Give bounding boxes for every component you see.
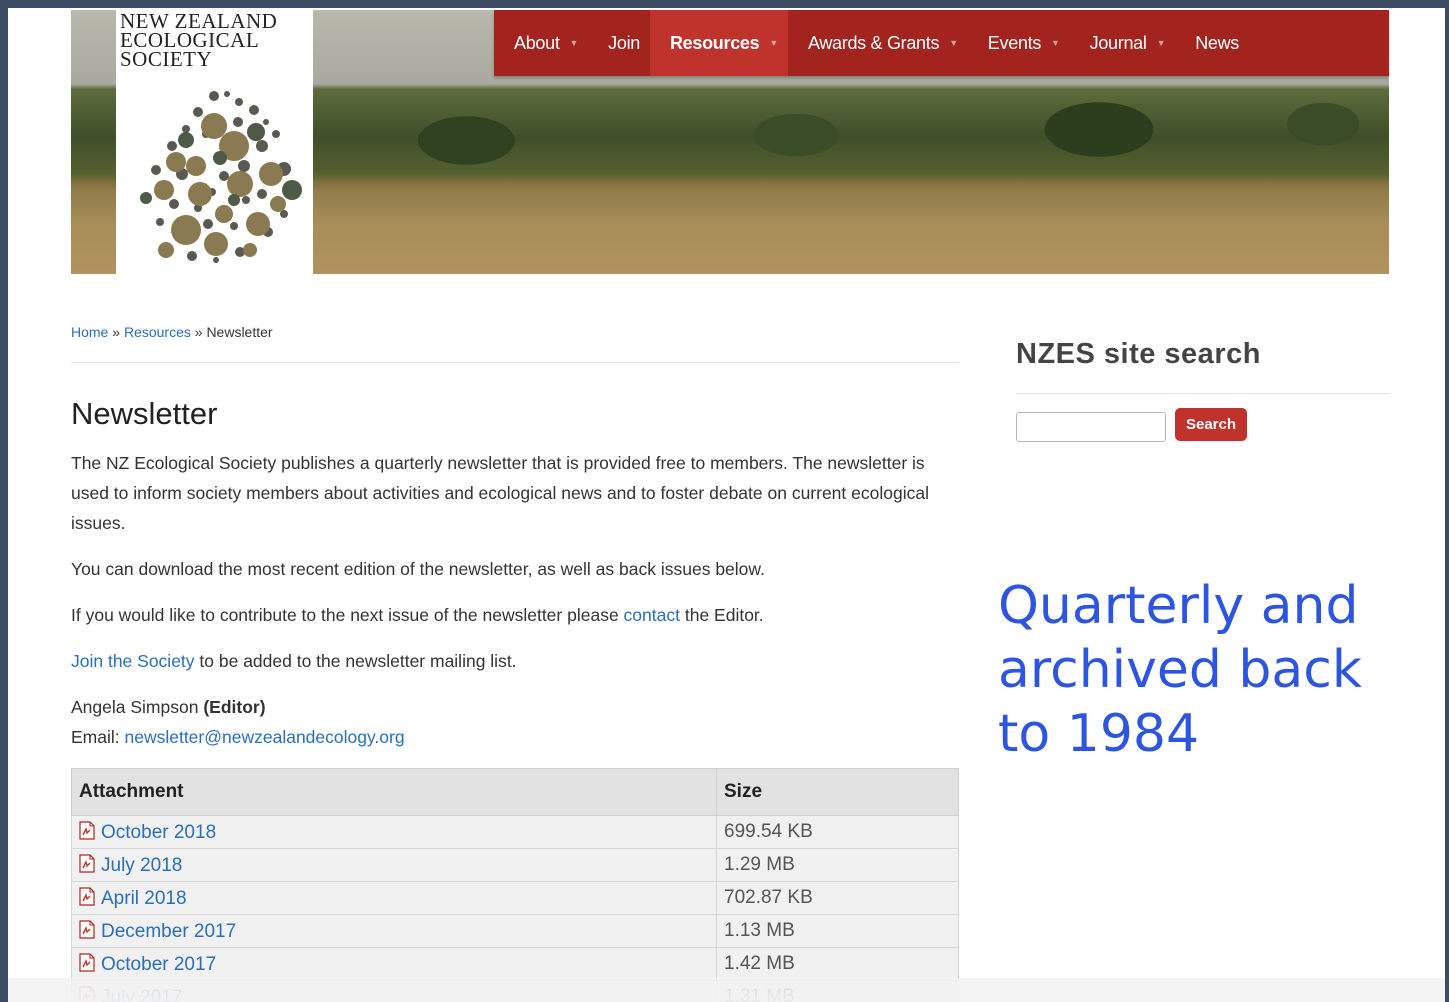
nav-item-label: Events [987, 32, 1042, 53]
search-block-title: NZES site search [1016, 338, 1261, 370]
join-text: to be added to the newsletter mailing li… [194, 651, 517, 671]
chevron-down-icon: ▼ [569, 38, 579, 48]
breadcrumb-resources[interactable]: Resources [124, 324, 191, 340]
bottom-fade-overlay [8, 978, 1445, 1002]
editor-line: Angela Simpson (Editor) [71, 692, 951, 722]
chevron-down-icon: ▼ [1051, 38, 1060, 48]
table-header-row: Attachment Size [71, 768, 959, 816]
size-cell: 1.29 MB [716, 848, 959, 882]
pdf-file-icon [79, 853, 95, 873]
contribute-text: If you would like to contribute to the n… [71, 605, 624, 625]
join-society-link[interactable]: Join the Society [71, 651, 195, 671]
nav-item-label: About [514, 32, 560, 53]
attachment-cell: July 2018 [71, 848, 717, 882]
pdf-file-icon [79, 919, 95, 939]
download-paragraph: You can download the most recent edition… [71, 559, 765, 579]
editor-role: (Editor) [203, 697, 266, 717]
attachment-cell: April 2018 [71, 881, 717, 915]
sidebar-divider [1016, 393, 1390, 394]
attachment-cell: December 2017 [71, 914, 717, 948]
pdf-file-icon [79, 952, 95, 972]
table-row: October 2018 699.54 KB [71, 815, 959, 849]
breadcrumb-current: Newsletter [206, 324, 273, 340]
table-row: October 2017 1.42 MB [71, 947, 959, 981]
chevron-down-icon: ▼ [949, 38, 958, 48]
attachments-table: Attachment Size October 2018 699.54 KB Jul… [71, 768, 959, 1002]
contribute-paragraph: If you would like to contribute to the n… [71, 600, 951, 630]
attachment-link[interactable]: April 2018 [101, 888, 187, 909]
search-button[interactable]: Search [1175, 408, 1247, 441]
attachments-table-body: October 2018 699.54 KB July 2018 1.29 MB Apr… [71, 815, 959, 1002]
nav-item-label: Awards & Grants [807, 32, 940, 53]
site-logo[interactable]: NEW ZEALAND ECOLOGICAL SOCIETY [116, 10, 313, 274]
nav-item-about[interactable]: About ▼ [494, 10, 588, 76]
contribute-text-end: the Editor. [679, 605, 764, 625]
nav-item-label: Journal [1089, 32, 1147, 53]
chevron-down-icon: ▼ [769, 38, 778, 48]
email-link[interactable]: newsletter@newzealandecology.org [124, 727, 404, 747]
attachment-link[interactable]: July 2018 [101, 855, 182, 876]
attachment-link[interactable]: October 2017 [101, 954, 216, 975]
nav-item-news[interactable]: News [1175, 10, 1249, 76]
contact-link[interactable]: contact [624, 605, 680, 625]
logo-dots-icon [140, 91, 302, 263]
page-title: Newsletter [71, 396, 218, 431]
email-line: Email: newsletter@newzealandecology.org [71, 722, 951, 752]
chevron-down-icon: ▼ [1156, 38, 1166, 48]
nav-item-join[interactable]: Join [588, 10, 650, 76]
nav-item-events[interactable]: Events ▼ [968, 10, 1070, 76]
logo-text: NEW ZEALAND ECOLOGICAL SOCIETY [120, 10, 278, 71]
size-cell: 1.42 MB [716, 947, 959, 981]
browser-viewport: NEW ZEALAND ECOLOGICAL SOCIETY About ▼ J… [8, 8, 1445, 1002]
search-input[interactable] [1016, 412, 1166, 442]
intro-paragraph: The NZ Ecological Society publishes a qu… [71, 453, 929, 533]
nav-item-resources[interactable]: Resources ▼ [649, 10, 788, 76]
nav-item-awards-grants[interactable]: Awards & Grants ▼ [788, 10, 968, 76]
column-header-size[interactable]: Size [716, 768, 959, 816]
breadcrumb: Home » Resources » Newsletter [71, 324, 273, 340]
size-cell: 1.13 MB [716, 914, 959, 948]
nav-item-label: Resources [669, 32, 760, 53]
column-header-attachment[interactable]: Attachment [71, 768, 717, 816]
size-cell: 699.54 KB [716, 815, 959, 849]
content-divider [71, 362, 959, 363]
attachment-link[interactable]: December 2017 [101, 921, 236, 942]
email-label: Email: [71, 727, 125, 747]
table-row: April 2018 702.87 KB [71, 881, 959, 915]
main-navigation: About ▼ Join Resources ▼ Awards & Grants ▼ … [494, 10, 1389, 76]
pdf-file-icon [79, 820, 95, 840]
table-row: December 2017 1.13 MB [71, 914, 959, 948]
join-paragraph: Join the Society to be added to the news… [71, 646, 951, 676]
breadcrumb-home[interactable]: Home [71, 324, 108, 340]
attachment-cell: October 2018 [71, 815, 717, 849]
table-row: July 2018 1.29 MB [71, 848, 959, 882]
breadcrumb-separator: » [112, 324, 121, 340]
nav-item-label: Join [608, 32, 640, 53]
nav-item-journal[interactable]: Journal ▼ [1070, 10, 1176, 76]
pdf-file-icon [79, 886, 95, 906]
nav-item-label: News [1195, 32, 1239, 53]
breadcrumb-separator: » [194, 324, 203, 340]
attachment-link[interactable]: October 2018 [101, 822, 216, 843]
size-cell: 702.87 KB [716, 881, 959, 915]
attachment-cell: October 2017 [71, 947, 717, 981]
annotation-text: Quarterly and archived back to 1984 [998, 576, 1362, 764]
editor-name: Angela Simpson [71, 697, 204, 717]
